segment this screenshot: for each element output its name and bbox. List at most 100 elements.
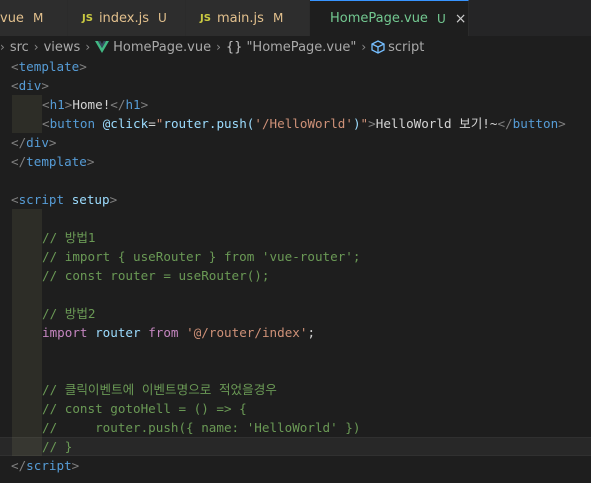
token-tag: h1 bbox=[49, 97, 65, 112]
tab-label: main.js bbox=[216, 10, 264, 26]
tab-main-js[interactable]: JS main.js M bbox=[186, 0, 310, 36]
breadcrumb-item-src[interactable]: src bbox=[10, 40, 29, 55]
indent-guide bbox=[12, 247, 42, 266]
token-bracket: > bbox=[109, 192, 118, 207]
javascript-file-icon: JS bbox=[82, 12, 93, 24]
code-line: <script setup> bbox=[0, 190, 591, 209]
token-tag: template bbox=[18, 59, 80, 74]
code-line: // 클릭이벤트에 이벤트명으로 적었을경우 bbox=[0, 380, 591, 399]
token-comment: // 방법2 bbox=[42, 306, 96, 321]
indent-guide bbox=[12, 304, 42, 323]
token-bracket: < bbox=[11, 78, 19, 93]
token-string: '@/router/index' bbox=[186, 325, 308, 340]
code-line-empty bbox=[0, 285, 591, 304]
token-comment: // const router = useRouter(); bbox=[42, 268, 270, 283]
code-line: </div> bbox=[0, 133, 591, 152]
token-variable: router bbox=[95, 325, 141, 340]
code-line: // router.push({ name: 'HelloWorld' }) bbox=[0, 418, 591, 437]
token-bracket: > bbox=[79, 59, 87, 74]
token-comment: // import { useRouter } from 'vue-router… bbox=[42, 249, 361, 264]
token-bracket: </ bbox=[11, 458, 27, 473]
tab-git-status: M bbox=[272, 11, 284, 25]
code-line: import router from '@/router/index'; bbox=[0, 323, 591, 342]
tab-label: index.js bbox=[98, 10, 150, 26]
token-bracket: </ bbox=[497, 116, 513, 131]
token-bracket: < bbox=[11, 192, 19, 207]
indent-guide bbox=[12, 342, 42, 361]
chevron-right-icon: › bbox=[85, 40, 91, 54]
token-bracket: > bbox=[368, 116, 376, 131]
code-line: // 방법1 bbox=[0, 228, 591, 247]
token-paren: ) bbox=[352, 116, 361, 131]
indent-guide bbox=[12, 380, 42, 399]
breadcrumb-label: "HomePage.vue" bbox=[246, 39, 357, 55]
token-tag: button bbox=[512, 116, 559, 131]
chevron-right-icon: › bbox=[0, 40, 5, 54]
token-punctuation: ; bbox=[307, 325, 316, 340]
token-bracket: > bbox=[558, 116, 566, 131]
breadcrumb-item-component[interactable]: {} "HomePage.vue" bbox=[226, 40, 356, 55]
indent-guide bbox=[12, 266, 42, 285]
token-bracket: </ bbox=[11, 135, 27, 150]
code-line: <button @click="router.push('/HelloWorld… bbox=[0, 114, 591, 133]
token-comment: // const gotoHell = () => { bbox=[42, 401, 247, 416]
token-bracket: </ bbox=[110, 97, 126, 112]
breadcrumb: › src › views › HomePage.vue › {} "HomeP… bbox=[0, 36, 591, 58]
code-line: </script> bbox=[0, 456, 591, 475]
token-comment: // router.push({ name: 'HelloWorld' }) bbox=[42, 420, 361, 435]
token-operator: = bbox=[148, 116, 156, 131]
token-bracket: </ bbox=[11, 154, 27, 169]
indent-guide bbox=[12, 285, 42, 304]
editor-tab-bar: vue M JS index.js U JS main.js M HomePag… bbox=[0, 0, 591, 37]
indent-guide bbox=[12, 399, 42, 418]
object-braces-icon: {} bbox=[225, 39, 243, 55]
indent-guide bbox=[12, 437, 42, 456]
token-bracket: < bbox=[42, 97, 50, 112]
token-tag: div bbox=[18, 78, 42, 93]
token-bracket: < bbox=[11, 59, 19, 74]
tab-label: vue bbox=[0, 10, 24, 26]
code-line: // const router = useRouter(); bbox=[0, 266, 591, 285]
breadcrumb-item-views[interactable]: views bbox=[44, 40, 81, 55]
close-icon[interactable]: × bbox=[455, 11, 467, 27]
token-keyword: from bbox=[148, 325, 179, 340]
breadcrumb-item-file[interactable]: HomePage.vue bbox=[95, 40, 211, 55]
tab-index-js[interactable]: JS index.js U bbox=[68, 0, 186, 36]
vue-file-icon bbox=[95, 41, 110, 53]
tab-vue-file[interactable]: vue M bbox=[0, 0, 68, 36]
token-tag: script bbox=[26, 458, 72, 473]
code-line: </template> bbox=[0, 152, 591, 171]
code-line-current: // } bbox=[0, 437, 591, 456]
indent-guide bbox=[12, 95, 42, 114]
token-bracket: > bbox=[140, 97, 149, 112]
token-expression: router.push( bbox=[163, 116, 255, 131]
indent-guide bbox=[12, 418, 42, 437]
indent-guide bbox=[12, 114, 42, 133]
token-tag: template bbox=[26, 154, 87, 169]
code-line: <template> bbox=[0, 57, 591, 76]
code-line-empty bbox=[0, 342, 591, 361]
token-comment: // } bbox=[42, 439, 73, 454]
chevron-right-icon: › bbox=[216, 40, 221, 54]
token-keyword: import bbox=[42, 325, 88, 340]
indent-guide bbox=[12, 228, 42, 247]
token-bracket: < bbox=[42, 116, 50, 131]
token-string: '/HelloWorld' bbox=[254, 116, 353, 131]
code-line-empty bbox=[0, 361, 591, 380]
chevron-right-icon: › bbox=[33, 40, 39, 54]
token-bracket: > bbox=[48, 135, 57, 150]
indent-guide bbox=[12, 361, 42, 380]
breadcrumb-label: HomePage.vue bbox=[113, 39, 212, 55]
token-comment: // 클릭이벤트에 이벤트명으로 적었을경우 bbox=[42, 382, 277, 397]
token-attribute: @click bbox=[102, 116, 149, 131]
breadcrumb-item-script[interactable]: script bbox=[371, 40, 424, 55]
tab-homepage-vue[interactable]: HomePage.vue U × bbox=[310, 0, 469, 36]
token-text: Home! bbox=[72, 97, 111, 112]
token-tag: h1 bbox=[125, 97, 141, 112]
cube-symbol-icon bbox=[371, 40, 385, 54]
code-editor[interactable]: <template> <div> <h1>Home!</h1> <button … bbox=[0, 57, 591, 483]
token-bracket: > bbox=[86, 154, 95, 169]
indent-guide bbox=[12, 323, 42, 342]
token-bracket: > bbox=[71, 458, 80, 473]
